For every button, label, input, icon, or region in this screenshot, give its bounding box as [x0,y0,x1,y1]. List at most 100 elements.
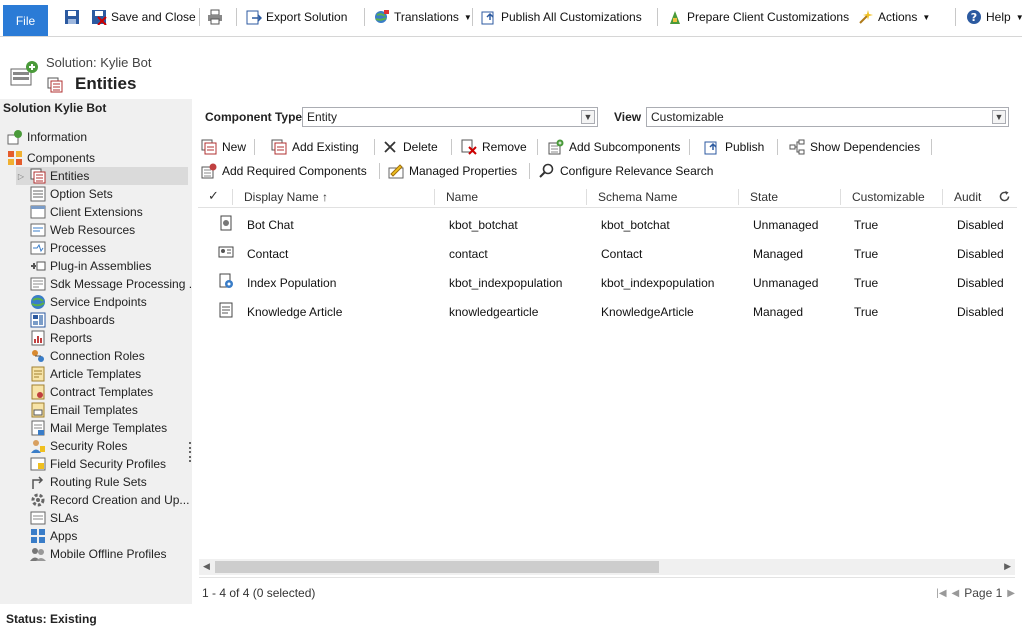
sidebar-item-email-templates[interactable]: Email Templates [30,401,138,419]
cell-customizable: True [854,305,879,319]
managed-properties-button[interactable]: Managed Properties [388,161,517,181]
column-header-customizable[interactable]: Customizable [852,190,925,204]
sidebar-item-web-resources[interactable]: Web Resources [30,221,135,239]
sidebar-item-components[interactable]: Components [7,149,95,167]
help-button[interactable]: ? Help ▼ [966,7,1022,27]
sidebar-item-label: Routing Rule Sets [50,475,147,489]
sidebar-item-reports[interactable]: Reports [30,329,92,347]
sidebar-item-routing-rule-sets[interactable]: Routing Rule Sets [30,473,147,491]
entities-icon [47,77,63,93]
actions-icon [859,10,873,24]
sidebar-item-apps[interactable]: Apps [30,527,77,545]
translations-button[interactable]: Translations ▼ [374,7,472,27]
sidebar-item-record-creation[interactable]: Record Creation and Up... [30,491,189,509]
add-required-components-button[interactable]: Add Required Components [201,161,367,181]
cell-display-name: Contact [247,247,289,261]
toolbar-divider [254,139,255,155]
information-icon [7,130,22,145]
previous-page-icon[interactable]: ◀ [952,588,960,599]
add-subcomponents-button[interactable]: Add Subcomponents [548,137,680,157]
column-header-schema-name[interactable]: Schema Name [598,190,677,204]
print-button[interactable] [207,7,223,27]
sidebar-item-contract-templates[interactable]: Contract Templates [30,383,153,401]
web-resources-icon [30,223,46,237]
column-divider [840,189,841,205]
column-divider [586,189,587,205]
sidebar-item-information[interactable]: Information [7,128,87,146]
sidebar-item-service-endpoints[interactable]: Service Endpoints [30,293,147,311]
publish-all-button[interactable]: Publish All Customizations [481,7,642,27]
horizontal-scrollbar[interactable]: ◀ ▶ [199,559,1015,575]
refresh-icon[interactable] [998,190,1011,203]
column-header-audit[interactable]: Audit [954,190,981,204]
client-extensions-icon [30,205,46,219]
chevron-down-icon[interactable]: ▼ [581,110,595,124]
new-button[interactable]: New [201,137,246,157]
first-page-icon[interactable]: |◀ [936,588,946,599]
table-row[interactable]: Contact contact Contact Managed True Dis… [198,239,1017,268]
add-existing-button[interactable]: Add Existing [271,137,359,157]
scrollbar-thumb[interactable] [215,561,659,573]
actions-button[interactable]: Actions ▼ [858,7,930,27]
export-solution-button[interactable]: Export Solution [246,7,347,27]
save-button[interactable] [64,7,80,27]
table-row[interactable]: Knowledge Article knowledgearticle Knowl… [198,297,1017,326]
sidebar-item-connection-roles[interactable]: Connection Roles [30,347,145,365]
table-row[interactable]: Bot Chat kbot_botchat kbot_botchat Unman… [198,210,1017,239]
sidebar-item-field-security-profiles[interactable]: Field Security Profiles [30,455,166,473]
component-type-select[interactable]: Entity ▼ [302,107,598,127]
sidebar-item-label: Field Security Profiles [50,457,167,471]
article-templates-icon [31,366,45,382]
table-row[interactable]: Index Population kbot_indexpopulation kb… [198,268,1017,297]
dependencies-icon [789,139,805,155]
expand-arrow-icon[interactable]: ▷ [16,172,26,181]
new-label: New [222,140,247,154]
sidebar-item-mail-merge-templates[interactable]: Mail Merge Templates [30,419,167,437]
sidebar-item-processes[interactable]: Processes [30,239,106,257]
cell-name: kbot_indexpopulation [449,276,563,290]
sla-icon [30,511,46,525]
chevron-down-icon: ▼ [922,12,931,22]
export-solution-label: Export Solution [266,10,348,24]
sidebar-item-entities[interactable]: ▷ Entities [16,167,188,185]
sidebar-item-slas[interactable]: SLAs [30,509,79,527]
scroll-right-icon[interactable]: ▶ [1004,561,1011,572]
remove-button[interactable]: Remove [461,137,527,157]
sidebar-item-dashboards[interactable]: Dashboards [30,311,115,329]
managed-properties-label: Managed Properties [409,164,518,178]
show-dependencies-button[interactable]: Show Dependencies [789,137,920,157]
view-select[interactable]: Customizable ▼ [646,107,1009,127]
configure-relevance-search-button[interactable]: Configure Relevance Search [539,161,713,181]
sidebar-item-label: Information [27,130,88,144]
knowledge-article-icon [219,302,233,318]
next-page-icon[interactable]: ▶ [1007,588,1015,599]
select-all-checkbox[interactable]: ✓ [208,188,219,204]
column-header-state[interactable]: State [750,190,778,204]
file-button[interactable]: File [3,5,48,36]
sidebar-item-option-sets[interactable]: Option Sets [30,185,113,203]
show-dependencies-label: Show Dependencies [810,140,921,154]
sidebar-item-sdk-message-processing[interactable]: Sdk Message Processing ... [30,275,199,293]
delete-button[interactable]: Delete [382,137,438,157]
apps-icon [31,529,45,543]
email-templates-icon [31,402,45,418]
sidebar-item-client-extensions[interactable]: Client Extensions [30,203,143,221]
status-text: Status: Existing [6,612,97,626]
column-header-name[interactable]: Name [446,190,478,204]
sidebar-item-article-templates[interactable]: Article Templates [30,365,141,383]
column-header-display-name[interactable]: Display Name ↑ [244,190,328,204]
chevron-down-icon[interactable]: ▼ [992,110,1006,124]
sidebar-item-label: Plug-in Assemblies [50,259,152,273]
prepare-client-button[interactable]: Prepare Client Customizations [667,7,849,27]
sidebar-item-mobile-offline-profiles[interactable]: Mobile Offline Profiles [30,545,167,563]
sidebar-item-label: Dashboards [50,313,115,327]
solution-name: Solution: Kylie Bot [46,55,152,70]
sidebar-item-plugin-assemblies[interactable]: Plug-in Assemblies [30,257,151,275]
sidebar-item-security-roles[interactable]: Security Roles [30,437,127,455]
sidebar-item-label: Record Creation and Up... [50,493,190,507]
ribbon-divider [236,8,237,26]
processes-icon [30,241,46,255]
scroll-left-icon[interactable]: ◀ [203,561,210,572]
save-and-close-button[interactable]: Save and Close [91,7,196,27]
publish-button[interactable]: Publish [704,137,764,157]
